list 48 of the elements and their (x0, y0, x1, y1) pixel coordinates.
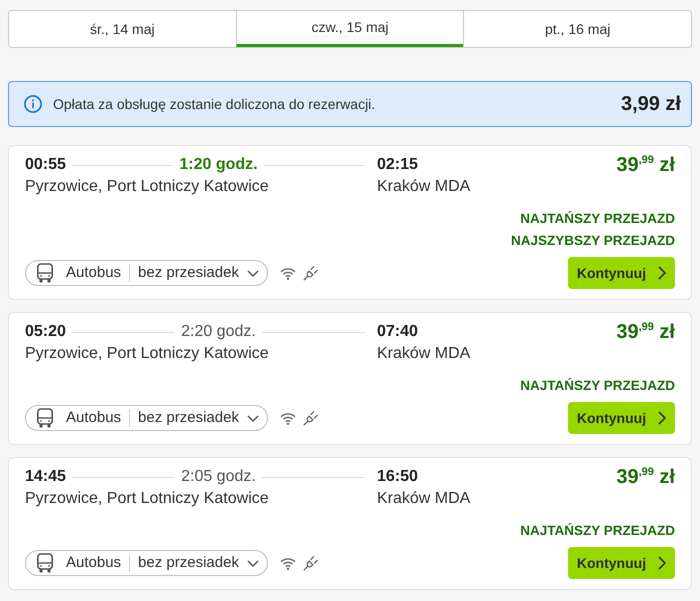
bus-icon (36, 263, 54, 283)
fee-notice-text: Opłata za obsługę zostanie doliczona do rezerwacji. (53, 94, 376, 114)
trip-tag: NAJSZYBSZY PRZEJAZD (510, 230, 675, 252)
chevron-right-icon (658, 266, 666, 280)
departure-time: 00:55 (25, 155, 66, 175)
continue-button[interactable]: Kontynuuj (568, 257, 675, 289)
route-details-dropdown[interactable]: Autobus bez przesiadek (25, 405, 268, 431)
info-icon (24, 95, 42, 113)
plug-icon (302, 555, 319, 571)
departure-station: Pyrzowice, Port Lotniczy Katowice (25, 177, 270, 197)
wifi-icon (280, 412, 296, 424)
continue-button[interactable]: Kontynuuj (568, 547, 675, 579)
fee-amount: 3,99 zł (620, 92, 681, 117)
date-tab[interactable]: czw., 15 maj (236, 11, 464, 47)
caret-icon (246, 270, 259, 276)
bus-icon (36, 553, 54, 573)
departure-station: Pyrzowice, Port Lotniczy Katowice (25, 344, 270, 364)
arrival-time: 16:50 (377, 467, 419, 487)
trip-price: 39$^{,99}$ zł (616, 154, 675, 176)
bus-icon (36, 408, 54, 428)
arrival-time: 07:40 (377, 322, 419, 342)
route-details-dropdown[interactable]: Autobus bez przesiadek (25, 260, 268, 286)
chevron-right-icon (658, 556, 666, 570)
date-tab[interactable]: pt., 16 maj (463, 11, 691, 47)
trip-tag: NAJTAŃSZY PRZEJAZD (520, 375, 675, 397)
trip-tag: NAJTAŃSZY PRZEJAZD (520, 208, 675, 230)
arrival-station: Kraków MDA (377, 177, 472, 197)
continue-button[interactable]: Kontynuuj (568, 402, 675, 434)
trip-price: 39$^{,99}$ zł (616, 321, 675, 343)
plug-icon (302, 265, 319, 281)
trip-price: 39$^{,99}$ zł (616, 466, 675, 488)
departure-time: 14:45 (25, 467, 66, 487)
route-details-dropdown[interactable]: Autobus bez przesiadek (25, 550, 268, 576)
plug-icon (302, 410, 319, 426)
caret-icon (246, 560, 259, 566)
trip-duration: 2:05 godz. (181, 467, 256, 487)
departure-station: Pyrzowice, Port Lotniczy Katowice (25, 489, 270, 509)
wifi-icon (280, 266, 296, 280)
arrival-station: Kraków MDA (377, 489, 472, 509)
trip-duration: 2:20 godz. (181, 322, 256, 342)
departure-time: 05:20 (25, 322, 66, 342)
arrival-time: 02:15 (377, 155, 419, 175)
wifi-icon (280, 556, 296, 570)
trip-duration: 1:20 godz. (179, 155, 258, 175)
chevron-right-icon (658, 411, 666, 425)
trip-tag: NAJTAŃSZY PRZEJAZD (520, 520, 675, 542)
caret-icon (246, 414, 259, 422)
arrival-station: Kraków MDA (377, 344, 472, 364)
